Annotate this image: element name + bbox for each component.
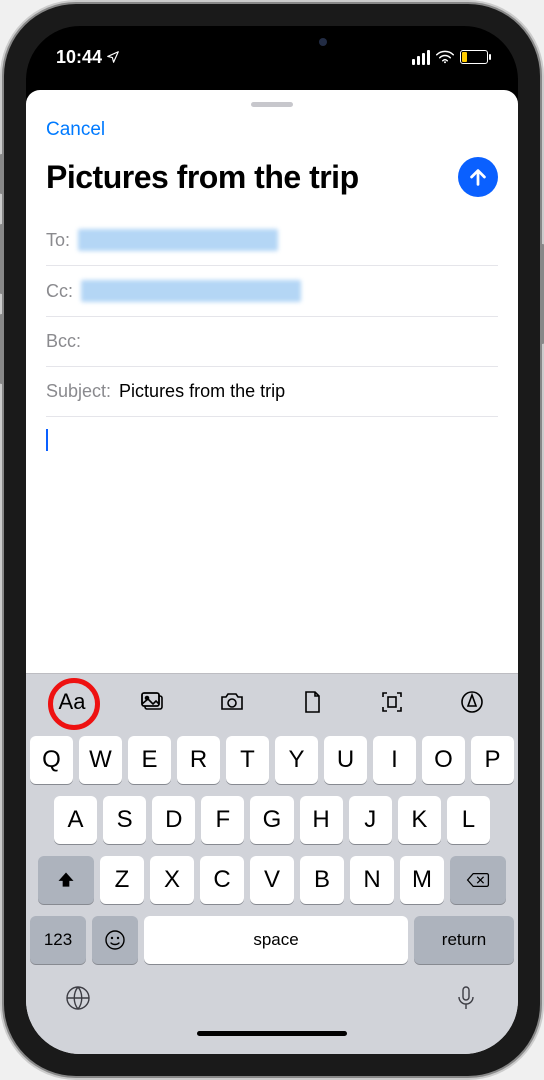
battery-icon <box>460 50 488 64</box>
cc-field[interactable]: Cc: <box>46 266 498 317</box>
bcc-label: Bcc: <box>46 331 81 352</box>
markup-icon <box>458 688 486 716</box>
scan-document-button[interactable] <box>369 681 415 723</box>
space-key[interactable]: space <box>144 916 408 964</box>
camera-icon <box>218 688 246 716</box>
compose-title: Pictures from the trip <box>46 159 452 196</box>
sheet-grabber[interactable] <box>251 102 293 107</box>
key-v[interactable]: V <box>250 856 294 904</box>
cellular-icon <box>412 50 430 65</box>
subject-value: Pictures from the trip <box>119 381 285 402</box>
key-f[interactable]: F <box>201 796 244 844</box>
subject-label: Subject: <box>46 381 111 402</box>
key-l[interactable]: L <box>447 796 490 844</box>
location-icon <box>106 50 120 64</box>
cc-value-redacted <box>81 280 301 302</box>
key-p[interactable]: P <box>471 736 514 784</box>
key-t[interactable]: T <box>226 736 269 784</box>
key-m[interactable]: M <box>400 856 444 904</box>
shift-key[interactable] <box>38 856 94 904</box>
mic-icon <box>452 984 480 1012</box>
format-bar: Aa <box>26 674 518 730</box>
key-i[interactable]: I <box>373 736 416 784</box>
key-d[interactable]: D <box>152 796 195 844</box>
body-input[interactable] <box>26 417 518 673</box>
text-cursor <box>46 429 48 451</box>
dictation-button[interactable] <box>452 984 480 1017</box>
key-q[interactable]: Q <box>30 736 73 784</box>
key-c[interactable]: C <box>200 856 244 904</box>
to-value-redacted <box>78 229 278 251</box>
cc-label: Cc: <box>46 281 73 302</box>
camera-button[interactable] <box>209 681 255 723</box>
key-h[interactable]: H <box>300 796 343 844</box>
notch <box>157 26 387 58</box>
key-n[interactable]: N <box>350 856 394 904</box>
subject-field[interactable]: Subject: Pictures from the trip <box>46 367 498 417</box>
globe-icon <box>64 984 92 1012</box>
globe-button[interactable] <box>64 984 92 1017</box>
key-r[interactable]: R <box>177 736 220 784</box>
backspace-key[interactable] <box>450 856 506 904</box>
attach-file-button[interactable] <box>289 681 335 723</box>
compose-sheet: Cancel Pictures from the trip To: Cc: <box>26 90 518 1054</box>
key-w[interactable]: W <box>79 736 122 784</box>
home-indicator[interactable] <box>197 1031 347 1036</box>
send-button[interactable] <box>458 157 498 197</box>
document-icon <box>298 688 326 716</box>
markup-button[interactable] <box>449 681 495 723</box>
key-b[interactable]: B <box>300 856 344 904</box>
backspace-icon <box>466 870 490 890</box>
key-u[interactable]: U <box>324 736 367 784</box>
key-z[interactable]: Z <box>100 856 144 904</box>
status-time: 10:44 <box>56 47 102 68</box>
key-k[interactable]: K <box>398 796 441 844</box>
arrow-up-icon <box>467 166 489 188</box>
key-a[interactable]: A <box>54 796 97 844</box>
key-e[interactable]: E <box>128 736 171 784</box>
scan-icon <box>378 688 406 716</box>
cancel-button[interactable]: Cancel <box>46 119 105 141</box>
wifi-icon <box>436 50 454 64</box>
photo-library-icon <box>138 688 166 716</box>
photo-library-button[interactable] <box>129 681 175 723</box>
bcc-field[interactable]: Bcc: <box>46 317 498 367</box>
to-label: To: <box>46 230 70 251</box>
emoji-key[interactable] <box>92 916 138 964</box>
key-j[interactable]: J <box>349 796 392 844</box>
shift-icon <box>56 870 76 890</box>
key-s[interactable]: S <box>103 796 146 844</box>
key-g[interactable]: G <box>250 796 293 844</box>
key-y[interactable]: Y <box>275 736 318 784</box>
numbers-key[interactable]: 123 <box>30 916 86 964</box>
emoji-icon <box>103 928 127 952</box>
to-field[interactable]: To: <box>46 215 498 266</box>
key-x[interactable]: X <box>150 856 194 904</box>
text-format-button[interactable]: Aa <box>49 681 95 723</box>
return-key[interactable]: return <box>414 916 514 964</box>
keyboard: Aa <box>26 673 518 1054</box>
key-o[interactable]: O <box>422 736 465 784</box>
